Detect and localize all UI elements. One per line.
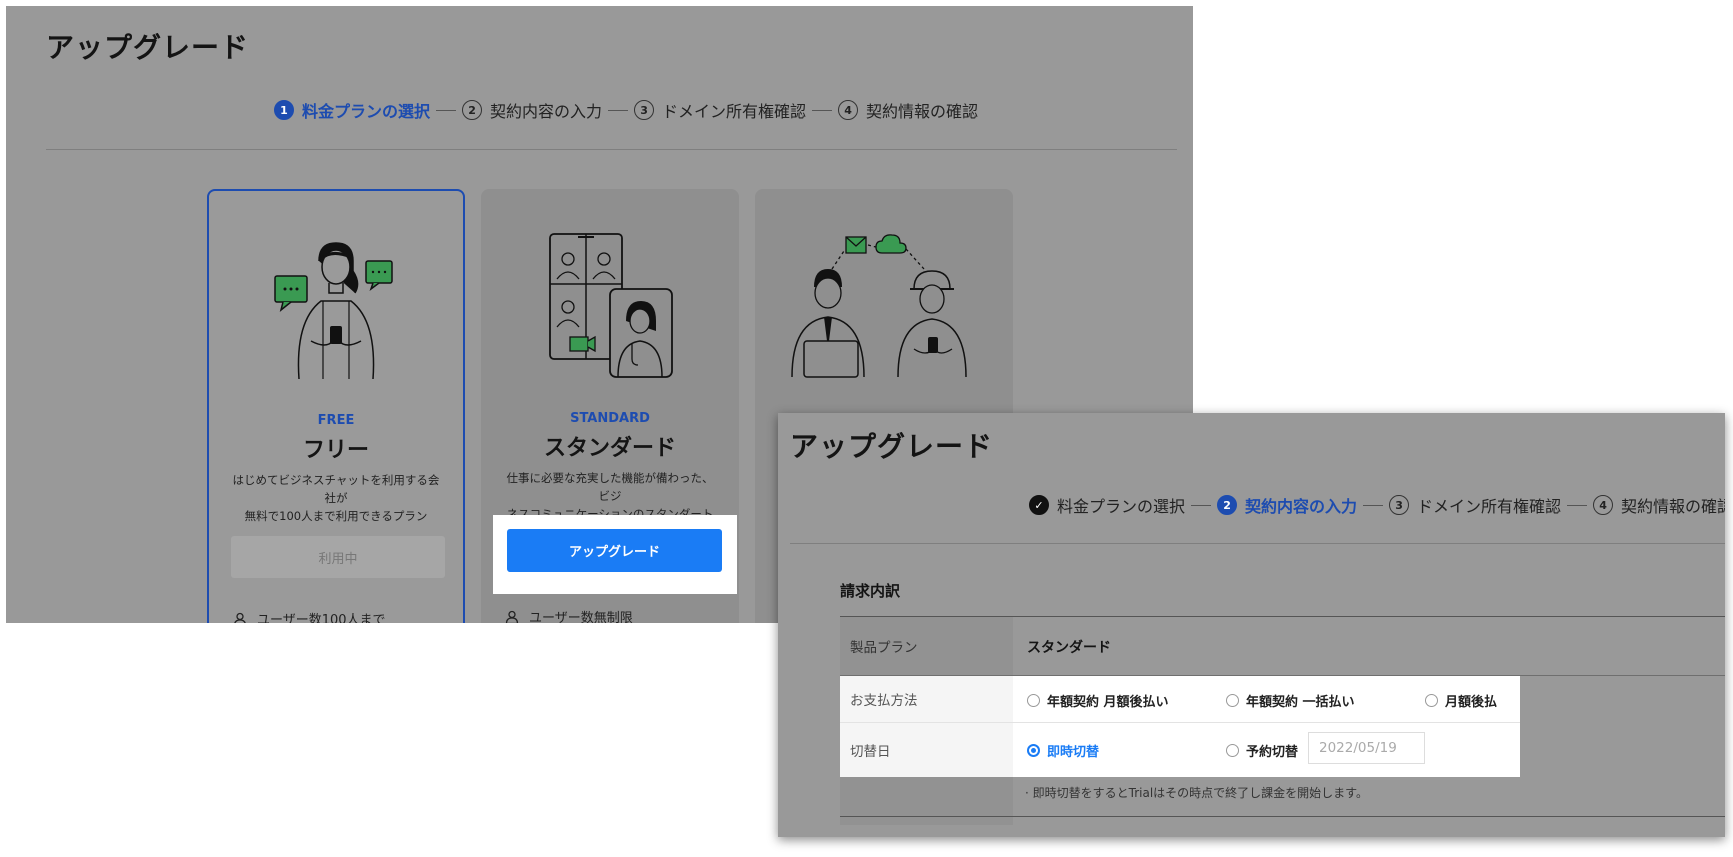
step-label: ドメイン所有権確認 — [662, 102, 807, 121]
step-connector — [1191, 504, 1212, 506]
feature-text: ユーザー数100人まで — [257, 613, 386, 623]
table-bottom-border — [840, 816, 1725, 817]
step-4: 4 契約情報の確認 — [838, 98, 978, 122]
plan-row-value: スタンダード — [1027, 640, 1111, 656]
radio-button[interactable] — [1425, 694, 1438, 707]
radio-label: 月額後払 — [1445, 695, 1498, 710]
plan-card-free[interactable]: FREE フリー はじめてビジネスチャットを利用する会社が 無料で100人まで利… — [207, 189, 465, 623]
step-3: 3 ドメイン所有権確認 — [1389, 493, 1561, 517]
step-number: 4 — [838, 100, 859, 120]
switch-option-immediate[interactable]: 即時切替 — [1027, 741, 1099, 760]
video-conference-illustration — [549, 233, 673, 378]
step-2: 2 契約内容の入力 — [462, 98, 602, 122]
payment-method-label: お支払方法 — [840, 676, 1013, 722]
office-and-field-workers-illustration — [791, 234, 967, 378]
step-label: 契約情報の確認 — [1621, 497, 1725, 516]
section-title: 請求内訳 — [840, 582, 901, 600]
step-label: 契約情報の確認 — [866, 102, 979, 121]
user-icon — [505, 610, 519, 623]
plan-name: スタンダード — [543, 436, 676, 461]
switch-row-label-extension — [840, 777, 1013, 825]
radio-label: 年額契約 一括払い — [1246, 695, 1355, 710]
step-4: 4 契約情報の確認 — [1593, 493, 1725, 517]
woman-with-phone-illustration — [274, 242, 393, 380]
step-number: 3 — [1389, 495, 1410, 515]
progress-stepper: ✓ 料金プランの選択 2 契約内容の入力 3 ドメイン所有権確認 4 契約情報の… — [1029, 493, 1725, 517]
step-1: ✓ 料金プランの選択 — [1029, 493, 1185, 517]
step-2: 2 契約内容の入力 — [1217, 493, 1357, 517]
plan-code: FREE — [317, 413, 355, 428]
plan-description-line: 仕事に必要な充実した機能が備わった、ビジ — [506, 471, 714, 503]
step-number: 2 — [462, 100, 483, 120]
plan-feature: ユーザー数無制限 — [505, 607, 633, 623]
step-connector — [608, 109, 629, 111]
step-3: 3 ドメイン所有権確認 — [634, 98, 806, 122]
plan-description-line: 無料で100人まで利用できるプラン — [244, 509, 428, 523]
plan-description-line: はじめてビジネスチャットを利用する会社が — [232, 473, 440, 505]
step-connector — [436, 109, 457, 111]
payment-option-annual-monthly[interactable]: 年額契約 月額後払い — [1027, 691, 1169, 710]
page-title: アップグレード — [790, 430, 994, 463]
step-number: 3 — [634, 100, 655, 120]
step-label: 契約内容の入力 — [490, 102, 603, 121]
feature-text: ユーザー数無制限 — [529, 611, 633, 623]
upgrade-button[interactable]: アップグレード — [507, 529, 722, 572]
step-number: 1 — [274, 100, 294, 120]
step-1: 1 料金プランの選択 — [274, 98, 430, 122]
payment-option-annual-lump[interactable]: 年額契約 一括払い — [1226, 691, 1355, 710]
payment-option-monthly[interactable]: 月額後払 — [1425, 691, 1497, 710]
plan-name: フリー — [302, 438, 369, 463]
switch-date-label: 切替日 — [840, 723, 1013, 777]
radio-button[interactable] — [1027, 694, 1040, 707]
user-icon — [234, 612, 246, 623]
divider — [790, 543, 1725, 544]
plan-description: はじめてビジネスチャットを利用する会社が 無料で100人まで利用できるプラン — [229, 471, 443, 525]
radio-label: 即時切替 — [1047, 745, 1100, 760]
radio-button[interactable] — [1226, 694, 1239, 707]
step-number: 4 — [1593, 495, 1614, 515]
check-icon: ✓ — [1029, 495, 1049, 515]
step-label: 料金プランの選択 — [302, 102, 431, 121]
radio-label: 年額契約 月額後払い — [1047, 695, 1169, 710]
step-label: ドメイン所有権確認 — [1417, 497, 1562, 516]
payment-options-highlight: お支払方法 年額契約 月額後払い 年額契約 一括払い 月額後払 切替日 即時切替… — [840, 676, 1520, 777]
step-connector — [1567, 504, 1588, 506]
plan-feature: ユーザー数100人まで — [233, 609, 386, 623]
step-connector — [812, 109, 833, 111]
in-use-button: 利用中 — [231, 536, 445, 578]
page-title: アップグレード — [46, 31, 250, 64]
contract-details-panel: アップグレード ✓ 料金プランの選択 2 契約内容の入力 3 ドメイン所有権確認… — [778, 413, 1725, 837]
switch-note: · 即時切替をするとTrialはその時点で終了し課金を開始します。 — [1025, 786, 1368, 800]
plan-code: STANDARD — [570, 411, 650, 426]
step-number: 2 — [1217, 495, 1238, 515]
radio-button-checked[interactable] — [1027, 744, 1040, 757]
divider — [46, 149, 1177, 150]
switch-option-scheduled[interactable]: 予約切替 — [1226, 741, 1298, 760]
progress-stepper: 1 料金プランの選択 2 契約内容の入力 3 ドメイン所有権確認 4 契約情報の… — [274, 98, 978, 122]
step-label: 契約内容の入力 — [1245, 497, 1358, 516]
radio-button[interactable] — [1226, 744, 1239, 757]
scheduled-date-input[interactable] — [1308, 732, 1425, 764]
radio-label: 予約切替 — [1246, 745, 1299, 760]
step-connector — [1363, 504, 1384, 506]
step-label: 料金プランの選択 — [1057, 497, 1186, 516]
plan-row-label: 製品プラン — [840, 617, 1013, 675]
